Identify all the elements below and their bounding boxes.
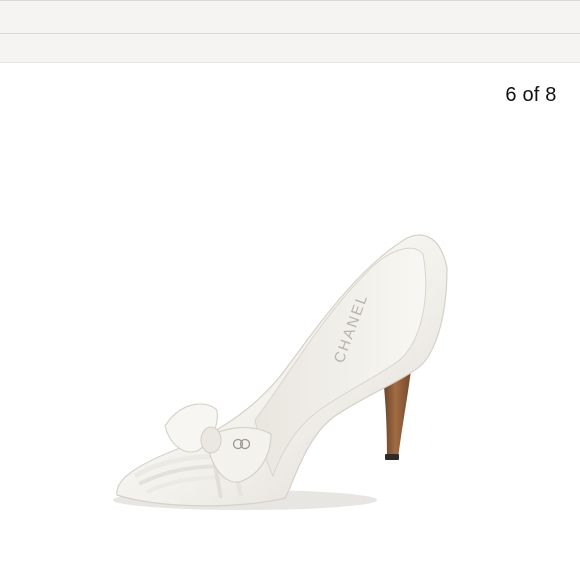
heel-tip — [385, 454, 399, 460]
product-photo[interactable]: CHANEL — [95, 158, 495, 578]
image-counter: 6 of 8 — [488, 77, 574, 113]
image-counter-label: 6 of 8 — [505, 84, 557, 106]
image-caption-area — [106, 521, 454, 580]
secondary-toolbar — [0, 34, 580, 63]
image-viewer[interactable]: 6 of 8 CHANEL — [0, 63, 580, 580]
image-gallery-page: 6 of 8 CHANEL — [0, 0, 580, 580]
bow-knot — [200, 426, 222, 454]
top-toolbar — [0, 0, 580, 34]
